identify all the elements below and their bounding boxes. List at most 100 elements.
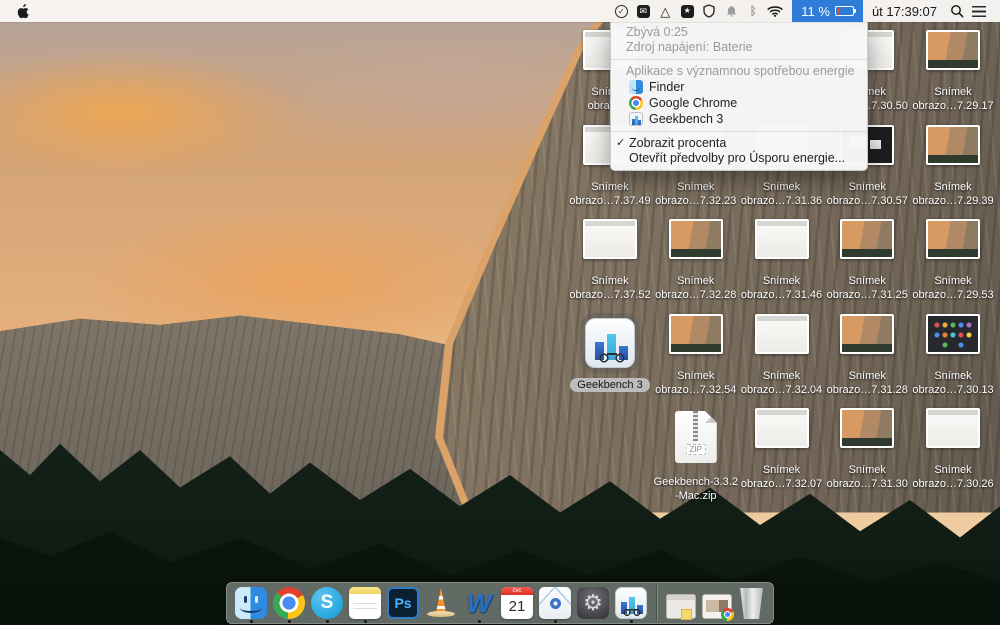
- icon-wrap: [926, 125, 980, 171]
- file-label: Snímek obrazo…7.29.53: [912, 274, 993, 302]
- show-percent-menu-item[interactable]: Zobrazit procenta: [611, 136, 867, 151]
- screenshot-thumbnail: [755, 408, 809, 448]
- app-icon: [273, 587, 305, 619]
- icon-wrap: [926, 219, 980, 265]
- dock-item-window-finder[interactable]: [666, 594, 696, 619]
- screenshot-thumbnail: [669, 314, 723, 354]
- file-label: Snímek obrazo…7.29.39: [912, 180, 993, 208]
- wifi-icon[interactable]: [767, 3, 784, 19]
- dock-item-trash[interactable]: [738, 588, 765, 619]
- dock-item-photoshop[interactable]: Ps: [387, 587, 419, 619]
- energy-app-item[interactable]: Finder: [611, 79, 867, 95]
- desktop-icon[interactable]: Snímek obrazo…7.30.13: [913, 314, 993, 397]
- desktop-icon[interactable]: Snímek obrazo…7.31.30: [827, 408, 907, 491]
- desktop-icon[interactable]: Snímek obrazo…7.32.54: [656, 314, 736, 397]
- battery-menu-extra[interactable]: 11 %: [792, 0, 863, 22]
- apple-menu[interactable]: [0, 0, 39, 22]
- file-label: Snímek obrazo…7.37.52: [569, 274, 650, 302]
- dock-item-chrome[interactable]: [273, 587, 305, 619]
- menu-item[interactable]: [99, 0, 119, 22]
- menu-item[interactable]: [119, 0, 139, 22]
- dock-item-calendar[interactable]: čvc 21: [501, 587, 533, 619]
- screenshot-thumbnail: [583, 219, 637, 259]
- icon-wrap: [840, 219, 894, 265]
- menu-item[interactable]: [79, 0, 99, 22]
- desktop-icon[interactable]: Snímek obrazo…7.32.04: [742, 314, 822, 397]
- energy-apps-header: Aplikace s významnou spotřebou energie: [611, 64, 867, 79]
- screenshot-thumbnail: [926, 408, 980, 448]
- desktop-icon[interactable]: Snímek obrazo…7.31.46: [742, 219, 822, 302]
- icon-wrap: [755, 314, 809, 360]
- notification-center-icon[interactable]: [972, 6, 986, 17]
- desktop-icon[interactable]: Snímek obrazo…7.32.07: [742, 408, 822, 491]
- menu-item[interactable]: [179, 0, 199, 22]
- file-label: Snímek obrazo…7.32.04: [741, 369, 822, 397]
- menu-bar-clock[interactable]: út 17:39:07: [863, 4, 946, 19]
- desktop-icon[interactable]: Snímek obrazo…7.32.28: [656, 219, 736, 302]
- dock-item-window-chrome[interactable]: [702, 594, 732, 619]
- app-icon: [629, 96, 643, 110]
- file-label: Snímek obrazo…7.37.49: [569, 180, 650, 208]
- menu-item[interactable]: [59, 0, 79, 22]
- spotlight-icon[interactable]: [949, 3, 966, 19]
- desktop-icon[interactable]: Snímek obrazo…7.29.39: [913, 125, 993, 208]
- app-icon: [425, 587, 457, 619]
- dock-item-separator[interactable]: [656, 585, 657, 621]
- desktop-icon[interactable]: Snímek obrazo…7.30.26: [913, 408, 993, 491]
- desktop-icon[interactable]: ZIP Geekbench-3.3.2 -Mac.zip: [656, 408, 736, 503]
- menu-bar-right: △ ᛒ 11 % út 17:39:07: [610, 0, 1000, 22]
- app-icon: [615, 587, 647, 619]
- menu-item[interactable]: [139, 0, 159, 22]
- dock-item-finder[interactable]: [235, 587, 267, 619]
- file-label: Geekbench 3: [570, 378, 649, 392]
- dock: S Ps: [226, 582, 774, 624]
- desktop-icon[interactable]: Snímek obrazo…7.37.52: [570, 219, 650, 302]
- menu-item[interactable]: [39, 0, 59, 22]
- energy-app-item[interactable]: Geekbench 3: [611, 111, 867, 127]
- app-icon: [738, 588, 765, 619]
- desktop-icon[interactable]: Snímek obrazo…7.31.28: [827, 314, 907, 397]
- dock-item-skype[interactable]: S: [311, 587, 343, 619]
- bluetooth-icon[interactable]: ᛒ: [745, 3, 762, 19]
- app-icon: [629, 80, 643, 94]
- desktop-icon[interactable]: Snímek obrazo…7.29.53: [913, 219, 993, 302]
- dock-item-mail[interactable]: [539, 587, 571, 619]
- shield-icon[interactable]: [701, 3, 718, 19]
- google-drive-icon[interactable]: △: [657, 3, 674, 19]
- file-label: Snímek obrazo…7.32.07: [741, 463, 822, 491]
- mail-icon[interactable]: [635, 3, 652, 19]
- zip-file-icon: ZIP: [675, 411, 717, 463]
- menu-item[interactable]: [199, 0, 219, 22]
- zip-badge: ZIP: [686, 444, 706, 455]
- desktop-icon[interactable]: Snímek obrazo…7.31.25: [827, 219, 907, 302]
- file-label: Snímek obrazo…7.31.25: [827, 274, 908, 302]
- screenshot-thumbnail: [926, 125, 980, 165]
- task-check-icon[interactable]: [613, 3, 630, 19]
- icon-wrap: [669, 219, 723, 265]
- screenshot-thumbnail: [669, 219, 723, 259]
- screenshot-thumbnail: [926, 314, 980, 354]
- icon-wrap: [840, 408, 894, 454]
- file-label: Snímek obrazo…7.30.57: [827, 180, 908, 208]
- dock-item-geekbench[interactable]: [615, 587, 647, 619]
- screenshot-thumbnail: [840, 408, 894, 448]
- dock-item-vlc[interactable]: [425, 587, 457, 619]
- open-energy-prefs-menu-item[interactable]: Otevřít předvolby pro Úsporu energie...: [611, 151, 867, 166]
- file-label: Snímek obrazo…7.30.26: [912, 463, 993, 491]
- file-label: Snímek obrazo…7.32.23: [655, 180, 736, 208]
- dock-item-notes[interactable]: [349, 587, 381, 619]
- file-label: Snímek obrazo…7.30.13: [912, 369, 993, 397]
- app-icon: [235, 587, 267, 619]
- app-icon: [702, 594, 732, 619]
- bell-icon[interactable]: [723, 3, 740, 19]
- app-icon: [629, 112, 643, 126]
- energy-app-item[interactable]: Google Chrome: [611, 95, 867, 111]
- icon-wrap: [926, 30, 980, 76]
- desktop-icon[interactable]: Snímek obrazo…7.29.17: [913, 30, 993, 113]
- desktop-icon-geekbench[interactable]: Geekbench 3: [570, 314, 650, 392]
- menu-item[interactable]: [159, 0, 179, 22]
- dock-item-system-preferences[interactable]: ⚙: [577, 587, 609, 619]
- screenshot-thumbnail: [755, 314, 809, 354]
- bookmark-star-icon[interactable]: [679, 3, 696, 19]
- dock-item-word[interactable]: W: [463, 587, 495, 619]
